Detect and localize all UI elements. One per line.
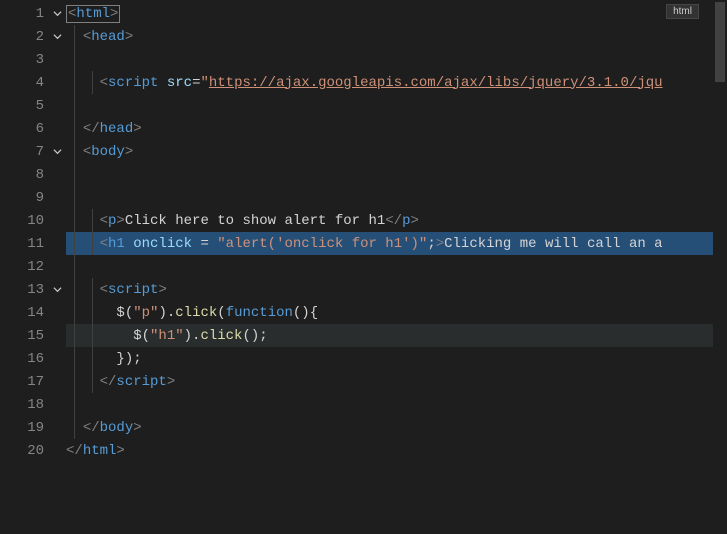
line-number: 10 <box>0 209 48 232</box>
vertical-scrollbar[interactable] <box>713 0 727 534</box>
code-line[interactable]: <p>Click here to show alert for h1</p> <box>66 209 727 232</box>
code-line[interactable]: <script src="https://ajax.googleapis.com… <box>66 71 727 94</box>
line-number: 16 <box>0 347 48 370</box>
code-line[interactable]: $("h1").click(); <box>66 324 727 347</box>
code-line[interactable]: <html> <box>66 2 727 25</box>
line-number: 7 <box>0 140 48 163</box>
fold-toggle[interactable] <box>48 25 66 48</box>
line-number: 5 <box>0 94 48 117</box>
code-line[interactable]: $("p").click(function(){ <box>66 301 727 324</box>
fold-column <box>48 0 66 534</box>
code-content[interactable]: <html> <head> <script src="https://ajax.… <box>66 0 727 534</box>
line-number: 4 <box>0 71 48 94</box>
line-number: 13 <box>0 278 48 301</box>
code-line[interactable]: }); <box>66 347 727 370</box>
fold-toggle[interactable] <box>48 140 66 163</box>
line-number: 2 <box>0 25 48 48</box>
code-line[interactable] <box>66 94 727 117</box>
line-number: 12 <box>0 255 48 278</box>
code-editor[interactable]: 1 2 3 4 5 6 7 8 9 10 11 12 13 14 15 16 1… <box>0 0 727 534</box>
line-number: 11 <box>0 232 48 255</box>
line-number: 15 <box>0 324 48 347</box>
language-badge: html <box>666 4 699 19</box>
code-line[interactable] <box>66 393 727 416</box>
code-line[interactable]: </head> <box>66 117 727 140</box>
fold-toggle[interactable] <box>48 2 66 25</box>
line-number: 3 <box>0 48 48 71</box>
line-number: 17 <box>0 370 48 393</box>
code-line[interactable]: <body> <box>66 140 727 163</box>
code-line[interactable] <box>66 255 727 278</box>
line-number: 19 <box>0 416 48 439</box>
line-number: 1 <box>0 2 48 25</box>
code-line[interactable]: </html> <box>66 439 727 462</box>
scrollbar-thumb[interactable] <box>715 2 725 82</box>
code-line[interactable]: <script> <box>66 278 727 301</box>
code-line[interactable]: </body> <box>66 416 727 439</box>
line-number: 20 <box>0 439 48 462</box>
code-line[interactable] <box>66 186 727 209</box>
fold-toggle[interactable] <box>48 278 66 301</box>
code-line[interactable]: </script> <box>66 370 727 393</box>
line-number: 9 <box>0 186 48 209</box>
url-link[interactable]: https://ajax.googleapis.com/ajax/libs/jq… <box>209 75 663 91</box>
line-number: 6 <box>0 117 48 140</box>
line-number: 18 <box>0 393 48 416</box>
line-number: 14 <box>0 301 48 324</box>
code-line[interactable]: <head> <box>66 25 727 48</box>
code-line[interactable]: <h1 onclick = "alert('onclick for h1')";… <box>66 232 727 255</box>
code-line[interactable] <box>66 163 727 186</box>
line-number: 8 <box>0 163 48 186</box>
code-line[interactable] <box>66 48 727 71</box>
line-number-gutter: 1 2 3 4 5 6 7 8 9 10 11 12 13 14 15 16 1… <box>0 0 48 534</box>
